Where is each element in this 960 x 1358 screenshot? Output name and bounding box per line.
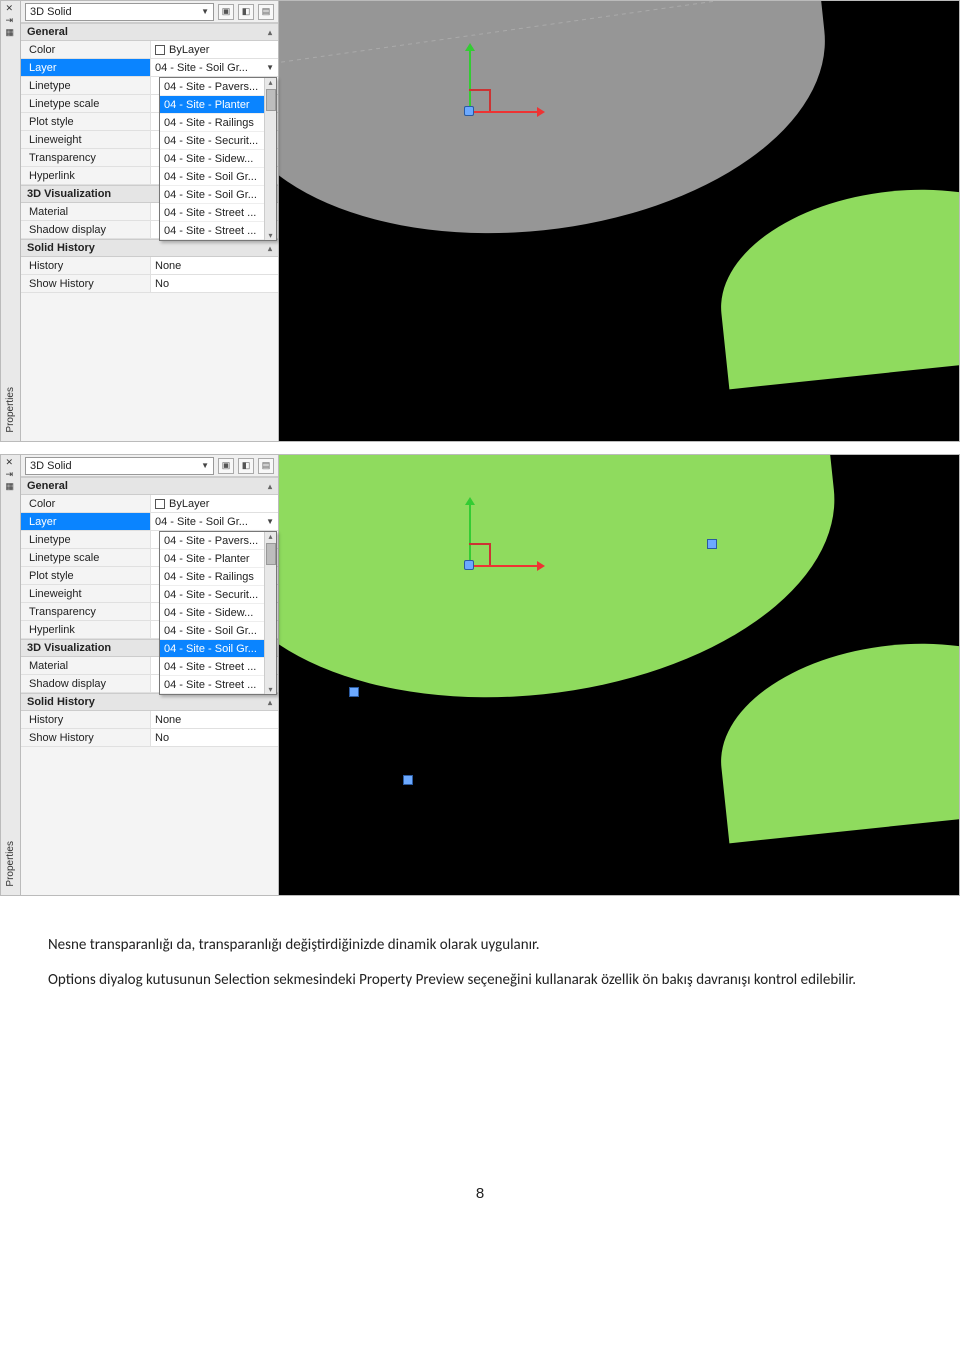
scroll-thumb[interactable] <box>266 89 276 111</box>
prop-row-color[interactable]: Color ByLayer <box>21 495 278 513</box>
chevron-down-icon: ▼ <box>201 7 209 16</box>
layer-option[interactable]: 04 - Site - Street ... <box>160 676 276 694</box>
prop-row-history[interactable]: HistoryNone <box>21 257 278 275</box>
panel-side-rail[interactable]: ✕ ⇥ ▦ Properties <box>1 455 21 895</box>
toolbar-btn-1[interactable]: ▣ <box>218 458 234 474</box>
selection-grip[interactable] <box>349 687 359 697</box>
layer-option[interactable]: 04 - Site - Pavers... <box>160 532 276 550</box>
layer-option[interactable]: 04 - Site - Sidew... <box>160 604 276 622</box>
close-icon[interactable]: ✕ <box>6 457 16 467</box>
chevron-down-icon: ▼ <box>201 461 209 470</box>
properties-panel: 3D Solid ▼ ▣ ◧ ▤ General ▴ Color ByLayer… <box>21 1 279 441</box>
layer-option[interactable]: 04 - Site - Street ... <box>160 658 276 676</box>
collapse-icon: ▴ <box>268 482 272 491</box>
toolbar-btn-2[interactable]: ◧ <box>238 4 254 20</box>
paragraph-2: Options diyalog kutusunun Selection sekm… <box>48 969 912 992</box>
section-solidhistory[interactable]: Solid History ▴ <box>21 239 278 257</box>
figure-2: ✕ ⇥ ▦ Properties 3D Solid ▼ ▣ ◧ ▤ Genera… <box>0 454 960 896</box>
toolbar-btn-3[interactable]: ▤ <box>258 458 274 474</box>
scrollbar[interactable]: ▴▾ <box>264 532 276 694</box>
layer-option[interactable]: 04 - Site - Sidew... <box>160 150 276 168</box>
page-root: ✕ ⇥ ▦ Properties 3D Solid ▼ ▣ ◧ ▤ Genera… <box>0 0 960 1232</box>
prop-row-showhistory[interactable]: Show HistoryNo <box>21 729 278 747</box>
close-icon[interactable]: ✕ <box>6 3 16 13</box>
select-value: 3D Solid <box>30 6 72 18</box>
prop-row-layer[interactable]: Layer 04 - Site - Soil Gr...▼ <box>21 513 278 531</box>
layer-option[interactable]: 04 - Site - Planter <box>160 550 276 568</box>
layer-option[interactable]: 04 - Site - Railings <box>160 568 276 586</box>
toolbar-btn-1[interactable]: ▣ <box>218 4 234 20</box>
menu-icon[interactable]: ▦ <box>6 27 16 37</box>
layer-option[interactable]: 04 - Site - Soil Gr... <box>160 640 276 658</box>
layer-dropdown[interactable]: 04 - Site - Pavers...04 - Site - Planter… <box>159 77 277 241</box>
paragraph-1: Nesne transparanlığı da, transparanlığı … <box>48 934 912 957</box>
scroll-up-icon[interactable]: ▴ <box>268 532 272 541</box>
layer-option[interactable]: 04 - Site - Securit... <box>160 132 276 150</box>
page-number: 8 <box>0 1005 960 1232</box>
selection-grip[interactable] <box>403 775 413 785</box>
color-swatch-icon <box>155 45 165 55</box>
panel-title: Properties <box>5 387 16 433</box>
body-text: Nesne transparanlığı da, transparanlığı … <box>0 908 960 993</box>
section-general[interactable]: General ▴ <box>21 23 278 41</box>
pin-icon[interactable]: ⇥ <box>6 15 16 25</box>
layer-option[interactable]: 04 - Site - Planter <box>160 96 276 114</box>
layer-option[interactable]: 04 - Site - Soil Gr... <box>160 168 276 186</box>
figure-1: ✕ ⇥ ▦ Properties 3D Solid ▼ ▣ ◧ ▤ Genera… <box>0 0 960 442</box>
scroll-up-icon[interactable]: ▴ <box>268 78 272 87</box>
color-swatch-icon <box>155 499 165 509</box>
menu-icon[interactable]: ▦ <box>6 481 16 491</box>
collapse-icon: ▴ <box>268 244 272 253</box>
prop-row-showhistory[interactable]: Show HistoryNo <box>21 275 278 293</box>
object-type-select[interactable]: 3D Solid ▼ <box>25 457 214 475</box>
section-solidhistory[interactable]: Solid History ▴ <box>21 693 278 711</box>
layer-option[interactable]: 04 - Site - Street ... <box>160 204 276 222</box>
layer-option[interactable]: 04 - Site - Securit... <box>160 586 276 604</box>
collapse-icon: ▴ <box>268 698 272 707</box>
selection-grip[interactable] <box>707 539 717 549</box>
panel-side-rail[interactable]: ✕ ⇥ ▦ Properties <box>1 1 21 441</box>
section-general[interactable]: General ▴ <box>21 477 278 495</box>
layer-option[interactable]: 04 - Site - Pavers... <box>160 78 276 96</box>
viewport[interactable] <box>279 1 959 441</box>
select-value: 3D Solid <box>30 460 72 472</box>
pin-icon[interactable]: ⇥ <box>6 469 16 479</box>
panel-toolbar: 3D Solid ▼ ▣ ◧ ▤ <box>21 455 278 477</box>
layer-option[interactable]: 04 - Site - Soil Gr... <box>160 622 276 640</box>
chevron-down-icon: ▼ <box>266 517 274 526</box>
properties-panel: 3D Solid ▼ ▣ ◧ ▤ General ▴ Color ByLayer… <box>21 455 279 895</box>
layer-option[interactable]: 04 - Site - Soil Gr... <box>160 186 276 204</box>
panel-title: Properties <box>5 841 16 887</box>
collapse-icon: ▴ <box>268 28 272 37</box>
scroll-down-icon[interactable]: ▾ <box>268 231 272 240</box>
layer-dropdown[interactable]: 04 - Site - Pavers...04 - Site - Planter… <box>159 531 277 695</box>
prop-row-color[interactable]: Color ByLayer <box>21 41 278 59</box>
scroll-thumb[interactable] <box>266 543 276 565</box>
panel-toolbar: 3D Solid ▼ ▣ ◧ ▤ <box>21 1 278 23</box>
toolbar-btn-3[interactable]: ▤ <box>258 4 274 20</box>
layer-option[interactable]: 04 - Site - Street ... <box>160 222 276 240</box>
layer-option[interactable]: 04 - Site - Railings <box>160 114 276 132</box>
scroll-down-icon[interactable]: ▾ <box>268 685 272 694</box>
toolbar-btn-2[interactable]: ◧ <box>238 458 254 474</box>
object-type-select[interactable]: 3D Solid ▼ <box>25 3 214 21</box>
prop-row-layer[interactable]: Layer 04 - Site - Soil Gr...▼ <box>21 59 278 77</box>
prop-row-history[interactable]: HistoryNone <box>21 711 278 729</box>
viewport[interactable] <box>279 455 959 895</box>
chevron-down-icon: ▼ <box>266 63 274 72</box>
scrollbar[interactable]: ▴▾ <box>264 78 276 240</box>
